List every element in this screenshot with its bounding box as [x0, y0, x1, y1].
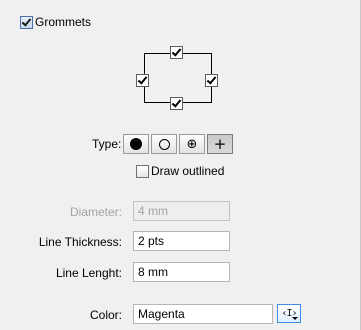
grommets-label: Grommets	[35, 15, 92, 29]
diameter-field[interactable]: 4 mm	[133, 201, 230, 221]
type-open-circle-button[interactable]	[151, 134, 177, 154]
draw-outlined-checkbox[interactable]	[136, 165, 149, 178]
open-circle-icon	[158, 138, 170, 150]
line-length-label: Line Lenght:	[55, 266, 122, 280]
draw-outlined-label: Draw outlined	[151, 164, 225, 178]
grommets-checkbox[interactable]	[20, 16, 33, 29]
color-field[interactable]: Magenta	[133, 304, 273, 324]
type-crosshair-circle-button[interactable]: ⊕	[179, 134, 205, 154]
line-length-field[interactable]: 8 mm	[133, 262, 230, 282]
grommet-left-checkbox[interactable]	[136, 74, 149, 87]
grommet-right-checkbox[interactable]	[205, 74, 218, 87]
filled-circle-icon	[130, 138, 142, 150]
plus-icon: +	[213, 134, 227, 153]
type-label: Type:	[92, 137, 122, 151]
color-label: Color:	[89, 308, 122, 322]
type-filled-circle-button[interactable]	[123, 134, 149, 154]
line-thickness-label: Line Thickness:	[38, 235, 122, 249]
grommets-panel: Grommets Type: ⊕ + Draw outlined Diamete…	[0, 0, 361, 330]
dropdown-arrow-icon	[292, 317, 298, 320]
type-plus-button[interactable]: +	[207, 134, 233, 154]
grommet-placement-diagram	[144, 53, 212, 103]
grommet-bottom-checkbox[interactable]	[170, 97, 183, 110]
grommet-top-checkbox[interactable]	[170, 46, 183, 59]
diameter-label: Diameter:	[69, 205, 122, 219]
line-thickness-field[interactable]: 2 pts	[133, 231, 230, 251]
color-picker-button[interactable]: ‹I›	[277, 304, 301, 323]
crosshair-circle-icon: ⊕	[186, 136, 198, 152]
